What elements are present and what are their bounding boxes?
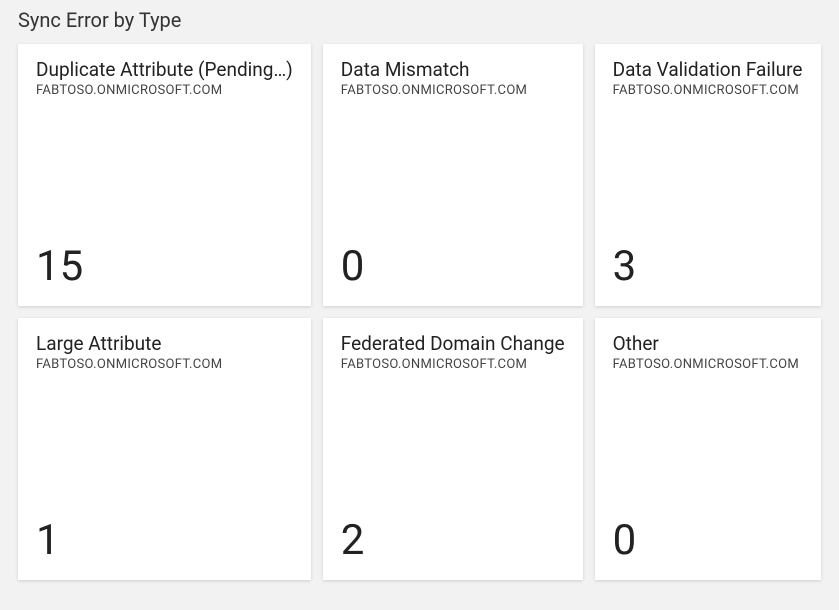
tile-header: Large Attribute FABTOSO.ONMICROSOFT.COM [36, 332, 293, 372]
tile-value: 1 [36, 520, 293, 562]
tile-subtitle: FABTOSO.ONMICROSOFT.COM [36, 357, 293, 372]
tile-title: Data Mismatch [341, 58, 565, 81]
tile-header: Other FABTOSO.ONMICROSOFT.COM [613, 332, 803, 372]
tile-subtitle: FABTOSO.ONMICROSOFT.COM [341, 83, 565, 98]
tile-other[interactable]: Other FABTOSO.ONMICROSOFT.COM 0 [595, 318, 821, 580]
tile-header: Data Validation Failure FABTOSO.ONMICROS… [613, 58, 803, 98]
tile-header: Data Mismatch FABTOSO.ONMICROSOFT.COM [341, 58, 565, 98]
tile-title: Other [613, 332, 803, 355]
tile-data-validation-failure[interactable]: Data Validation Failure FABTOSO.ONMICROS… [595, 44, 821, 306]
tile-duplicate-attribute[interactable]: Duplicate Attribute (Pending…) FABTOSO.O… [18, 44, 311, 306]
tile-title: Federated Domain Change [341, 332, 565, 355]
tile-header: Federated Domain Change FABTOSO.ONMICROS… [341, 332, 565, 372]
tile-value: 15 [36, 246, 293, 288]
tile-subtitle: FABTOSO.ONMICROSOFT.COM [613, 357, 803, 372]
tile-large-attribute[interactable]: Large Attribute FABTOSO.ONMICROSOFT.COM … [18, 318, 311, 580]
tile-subtitle: FABTOSO.ONMICROSOFT.COM [341, 357, 565, 372]
tile-subtitle: FABTOSO.ONMICROSOFT.COM [36, 83, 293, 98]
tile-title: Large Attribute [36, 332, 293, 355]
tile-value: 2 [341, 520, 565, 562]
tile-title: Duplicate Attribute (Pending…) [36, 58, 293, 81]
tile-subtitle: FABTOSO.ONMICROSOFT.COM [613, 83, 803, 98]
tile-value: 0 [613, 520, 803, 562]
tile-value: 0 [341, 246, 565, 288]
tile-value: 3 [613, 246, 803, 288]
tile-header: Duplicate Attribute (Pending…) FABTOSO.O… [36, 58, 293, 98]
tile-federated-domain-change[interactable]: Federated Domain Change FABTOSO.ONMICROS… [323, 318, 583, 580]
tile-title: Data Validation Failure [613, 58, 803, 81]
tile-grid: Duplicate Attribute (Pending…) FABTOSO.O… [18, 44, 821, 580]
tile-data-mismatch[interactable]: Data Mismatch FABTOSO.ONMICROSOFT.COM 0 [323, 44, 583, 306]
panel-title: Sync Error by Type [18, 0, 821, 44]
sync-error-panel: Sync Error by Type Duplicate Attribute (… [0, 0, 839, 598]
